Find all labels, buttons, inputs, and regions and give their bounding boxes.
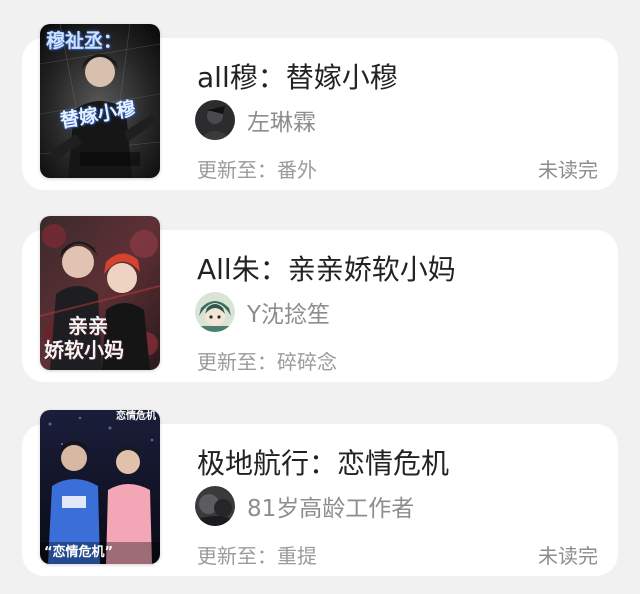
author-row[interactable]: 81岁高龄工作者	[195, 485, 414, 527]
bookshelf-list: 穆祉丞： 替嫁小穆 all穆：替嫁小穆 左琳霖 更新至：番外 未读完 亲亲 娇软…	[0, 0, 640, 594]
user-avatar-icon	[195, 292, 235, 332]
update-progress: 更新至：重提	[197, 544, 317, 568]
cover-title-line-1: 穆祉丞：	[46, 30, 123, 52]
book-title[interactable]: all穆：替嫁小穆	[197, 56, 398, 96]
book-title[interactable]: 极地航行：恋情危机	[197, 442, 449, 482]
book-card[interactable]: 恋情危机 “恋情危机” 极地航行：恋情危机 81岁高龄工作者 更新至：重提 未读…	[22, 410, 618, 576]
read-status: 未读完	[538, 544, 598, 568]
book-cover[interactable]: 穆祉丞： 替嫁小穆	[40, 24, 160, 178]
author-name: 81岁高龄工作者	[247, 496, 415, 522]
read-status: 未读完	[538, 158, 598, 182]
author-row[interactable]: Y沈捻笙	[195, 291, 330, 333]
user-avatar-icon	[195, 100, 235, 140]
update-progress: 更新至：碎碎念	[197, 350, 337, 374]
book-card[interactable]: 亲亲 娇软小妈 All朱：亲亲娇软小妈 Y沈捻笙 更新至：碎碎念	[22, 216, 618, 382]
cover-title-line-2: “恋情危机”	[44, 545, 114, 560]
update-progress: 更新至：番外	[197, 158, 317, 182]
author-row[interactable]: 左琳霖	[195, 99, 316, 141]
cover-title-line-2: 娇软小妈	[44, 338, 124, 362]
cover-title-line-1: 恋情危机	[116, 411, 156, 422]
book-cover-image	[40, 410, 160, 564]
book-cover[interactable]: 亲亲 娇软小妈	[40, 216, 160, 370]
book-cover[interactable]: 恋情危机 “恋情危机”	[40, 410, 160, 564]
book-title[interactable]: All朱：亲亲娇软小妈	[197, 248, 456, 288]
book-card[interactable]: 穆祉丞： 替嫁小穆 all穆：替嫁小穆 左琳霖 更新至：番外 未读完	[22, 24, 618, 190]
author-name: 左琳霖	[247, 110, 316, 136]
user-avatar-icon	[195, 486, 235, 526]
cover-title-line-1: 亲亲	[68, 314, 108, 338]
author-name: Y沈捻笙	[247, 302, 331, 328]
